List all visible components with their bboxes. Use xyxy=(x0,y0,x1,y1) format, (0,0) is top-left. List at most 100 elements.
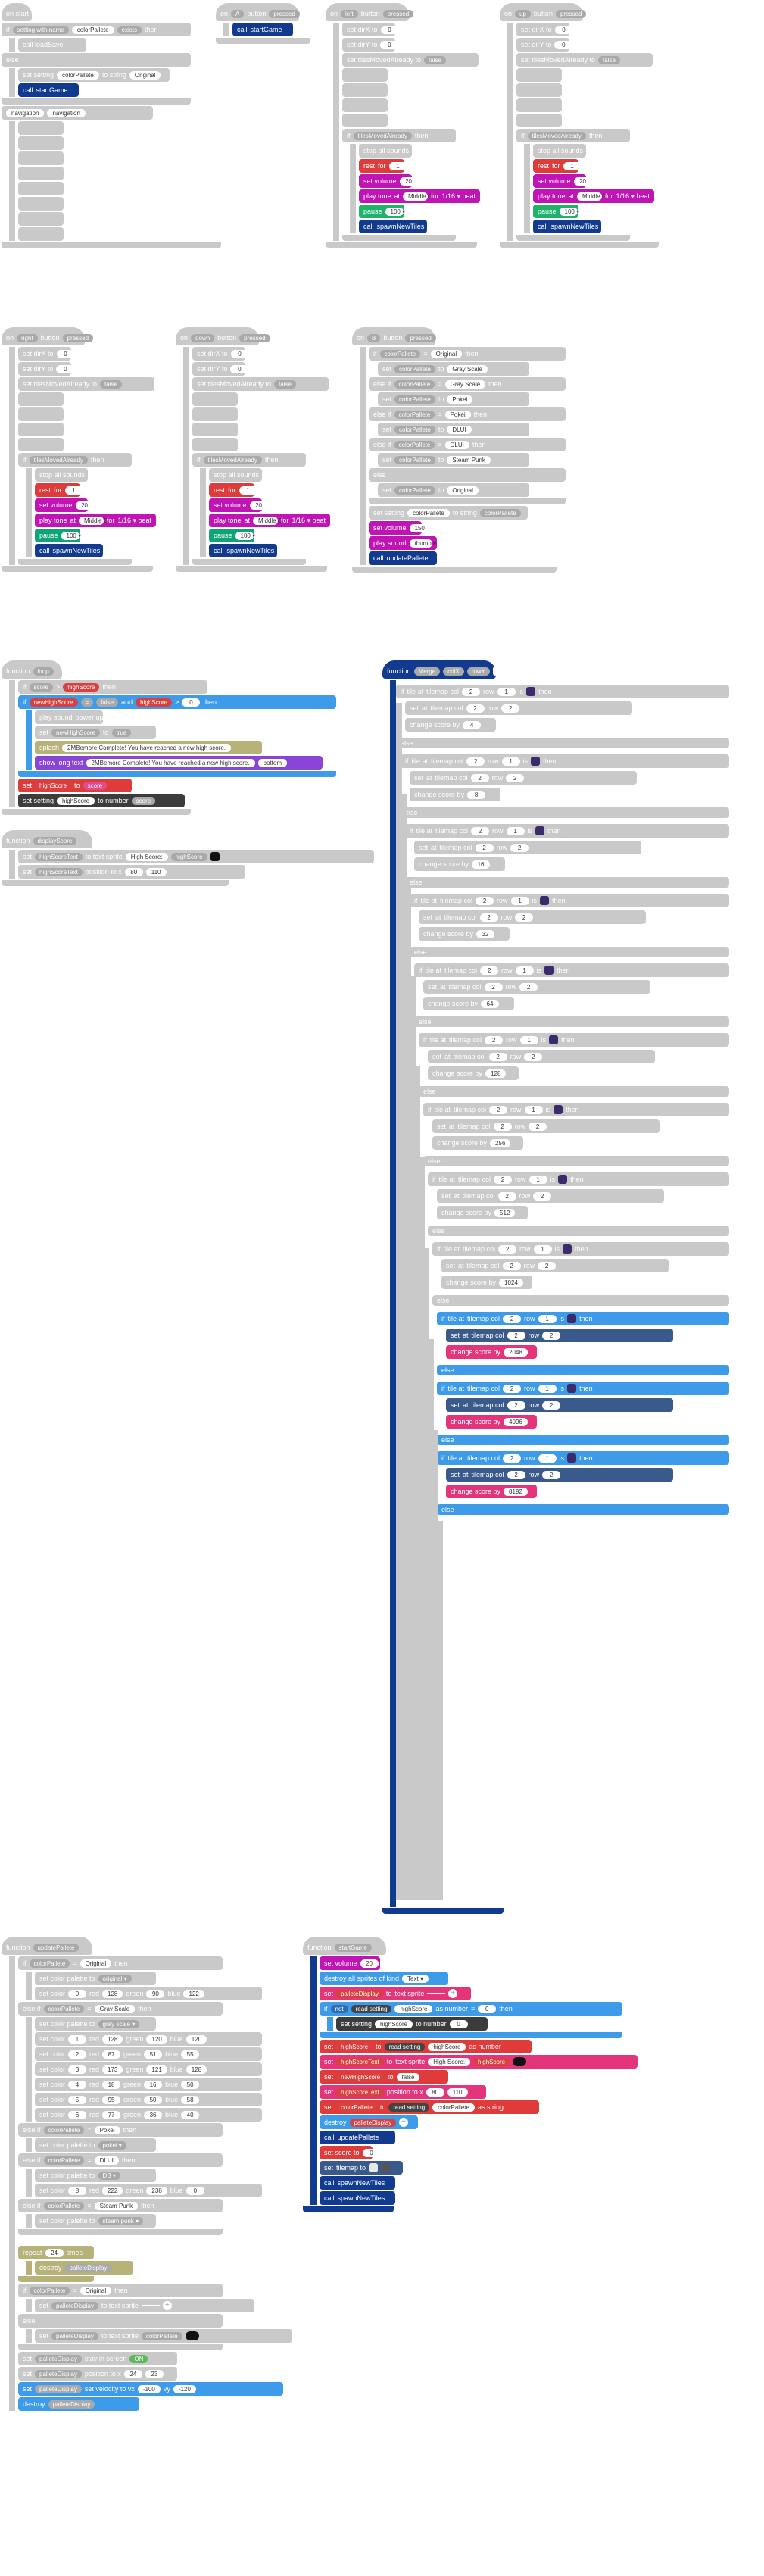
merge-two-32[interactable]: 2 xyxy=(476,896,494,905)
tile-swatch-128[interactable] xyxy=(549,1035,559,1044)
merge-set-two-8[interactable]: 2 xyxy=(506,773,525,782)
call-start-game-block[interactable]: call startGame xyxy=(18,83,79,97)
slide-3[interactable] xyxy=(342,98,388,112)
original-pill[interactable]: Original xyxy=(80,2286,112,2295)
new-high-score-var[interactable]: newHighScore xyxy=(29,698,78,707)
update-pallete-hat[interactable]: function updatePallete xyxy=(2,1937,92,1955)
merge-one-8192[interactable]: 1 xyxy=(538,1453,557,1463)
slide-1[interactable] xyxy=(192,392,238,406)
set-moved-block[interactable]: set tilesMovedAlready to false xyxy=(192,377,329,391)
set-z-block[interactable]: set palleteDisplay stay in screen ON xyxy=(18,2352,177,2365)
pressed-dropdown[interactable]: pressed xyxy=(382,9,414,18)
merge-set-4[interactable]: set at tilemap col 2 row 2 xyxy=(405,701,632,715)
stop-sounds[interactable]: stop all sounds xyxy=(35,468,88,482)
up-dropdown[interactable]: up xyxy=(515,9,531,18)
change-score-64[interactable]: change score by 64 xyxy=(423,997,514,1010)
zero-pill[interactable]: 0 xyxy=(56,349,75,358)
blue-pill[interactable]: 50 xyxy=(181,2080,200,2089)
one-pill[interactable]: 1 xyxy=(239,486,257,495)
slide-2[interactable] xyxy=(342,83,388,97)
set-setting-high[interactable]: set setting highScore to number score xyxy=(18,794,185,807)
tile-swatch-4096[interactable] xyxy=(567,1384,577,1393)
merge-if-1024[interactable]: if tile at tilemap col 2 row 1 is then xyxy=(432,1242,729,1256)
note-pill[interactable]: Middle C xyxy=(403,192,432,201)
slide-4[interactable] xyxy=(516,114,562,127)
pressed-dropdown[interactable]: pressed xyxy=(555,9,587,18)
index-pill[interactable]: 6 xyxy=(68,2110,87,2119)
change-score-4096[interactable]: change score by 4096 xyxy=(446,1415,537,1429)
index-pill[interactable]: 4 xyxy=(68,2080,87,2089)
x-pill[interactable]: 80 xyxy=(426,2087,444,2097)
green-pill[interactable]: 51 xyxy=(144,2050,163,2059)
zero-pill[interactable]: 0 xyxy=(380,25,399,34)
change-score-4[interactable]: change score by 4 xyxy=(405,718,496,732)
merge-set-32[interactable]: set at tilemap col 2 row 2 xyxy=(419,910,646,924)
call-update[interactable]: call updatePallete xyxy=(369,551,437,565)
merge-set-8192[interactable]: set at tilemap col 2 row 2 xyxy=(446,1468,673,1482)
tile-swatch-64[interactable] xyxy=(544,966,554,975)
score-pill-512[interactable]: 512 xyxy=(494,1208,516,1217)
high-score-var[interactable]: highScore xyxy=(63,682,100,692)
zero-pill[interactable]: 0 xyxy=(230,349,249,358)
ms-pill[interactable]: 100 ▾ xyxy=(61,531,81,540)
tile-swatch-8192[interactable] xyxy=(567,1453,577,1463)
splash-text-pill[interactable]: 2MBemore Complete! You have reached a ne… xyxy=(62,743,232,752)
merge-two-2048[interactable]: 2 xyxy=(503,1314,522,1323)
original-pill[interactable]: Original xyxy=(80,1959,112,1968)
high-score-var[interactable]: highScore xyxy=(35,781,72,790)
set-color-1[interactable]: set color 1 red 128 green 120 blue 120 xyxy=(35,2032,262,2046)
on-down-stack[interactable]: on down button pressed set dirX to 0 set … xyxy=(176,326,342,573)
merge-set-two-16[interactable]: 2 xyxy=(510,843,529,852)
palette-var-pill[interactable]: colorPallete xyxy=(71,25,114,34)
call-load-block[interactable]: call loadSave xyxy=(18,38,86,52)
merge-set-two-128[interactable]: 2 xyxy=(524,1052,543,1061)
function-display-hat[interactable]: function displayScore xyxy=(2,830,92,848)
repeat-block[interactable]: rest for 1 xyxy=(209,483,257,497)
slide-1[interactable] xyxy=(516,68,562,82)
merge-one-2048[interactable]: 1 xyxy=(538,1314,557,1323)
vy-pill[interactable]: -120 xyxy=(173,2384,196,2393)
set-volume[interactable]: set volume 20 xyxy=(35,498,94,512)
gray-pill[interactable]: Gray Scale xyxy=(444,379,486,389)
display-var[interactable]: palleteDisplay xyxy=(349,2118,397,2127)
set-tilemap[interactable]: set tilemap to xyxy=(320,2161,403,2175)
call-spawn[interactable]: call spawnNewTiles xyxy=(209,544,277,557)
if-moved[interactable]: if tilesMovedAlready then xyxy=(18,453,132,467)
elseif-pokei[interactable]: else if colorPallete = Pokei then xyxy=(18,2123,223,2137)
merge-set-2048[interactable]: set at tilemap col 2 row 2 xyxy=(446,1329,673,1342)
merge-if-512[interactable]: if tile at tilemap col 2 row 1 is then xyxy=(428,1172,729,1186)
merge-set-two-4096[interactable]: 2 xyxy=(542,1400,561,1410)
setting-name-pill[interactable]: colorPallete xyxy=(57,70,99,80)
merge-two-128[interactable]: 2 xyxy=(485,1035,504,1044)
score-pill-128[interactable]: 128 xyxy=(485,1069,507,1078)
palette-dropdown[interactable]: DB ▾ xyxy=(98,2171,120,2180)
merge-set-512[interactable]: set at tilemap col 2 row 2 xyxy=(437,1189,664,1203)
merge-set-two-4096[interactable]: 2 xyxy=(507,1400,525,1410)
set-moved-block[interactable]: set tilesMovedAlready to false xyxy=(342,53,479,67)
index-pill[interactable]: 1 xyxy=(68,2034,87,2044)
set-color-6[interactable]: set color 6 red 77 green 36 blue 40 xyxy=(35,2108,262,2122)
pause[interactable]: pause 100 ▾ ms xyxy=(209,529,266,542)
pressed-dropdown[interactable]: pressed xyxy=(62,333,94,342)
blue-pill[interactable]: 58 xyxy=(181,2095,200,2104)
set-steam[interactable]: set colorPallete to Steam Punk xyxy=(378,453,529,467)
score-pill-16[interactable]: 16 xyxy=(472,860,491,869)
blue-pill[interactable]: 55 xyxy=(181,2050,200,2059)
red-pill[interactable]: 128 xyxy=(102,1989,123,1998)
change-score-1024[interactable]: change score by 1024 xyxy=(441,1276,532,1289)
splash-block[interactable]: splash 2MBemore Complete! You have reache… xyxy=(35,741,262,754)
merge-two-1024[interactable]: 2 xyxy=(498,1244,517,1254)
elseif-steam[interactable]: else if colorPallete = Steam Punk then xyxy=(18,2199,223,2212)
merge-if-2048[interactable]: if tile at tilemap col 2 row 1 is then xyxy=(437,1312,729,1325)
navigation-pill-b[interactable]: navigation xyxy=(47,108,86,117)
merge-function-stack[interactable]: function Merge colX rowY − if tile at tile… xyxy=(382,659,761,1915)
slide-3[interactable] xyxy=(516,98,562,112)
true-pill[interactable]: true xyxy=(111,728,132,737)
set-color-5[interactable]: set color 5 red 95 green 50 blue 58 xyxy=(35,2093,262,2106)
merge-if-256[interactable]: if tile at tilemap col 2 row 1 is then xyxy=(423,1103,729,1116)
palette-var[interactable]: colorPallete xyxy=(336,2103,377,2112)
volume-pill[interactable]: 20 xyxy=(399,176,418,186)
empty-pill[interactable] xyxy=(141,2305,160,2306)
blue-pill[interactable]: 0 xyxy=(186,2186,204,2195)
merge-set-two-2048[interactable]: 2 xyxy=(507,1331,525,1340)
